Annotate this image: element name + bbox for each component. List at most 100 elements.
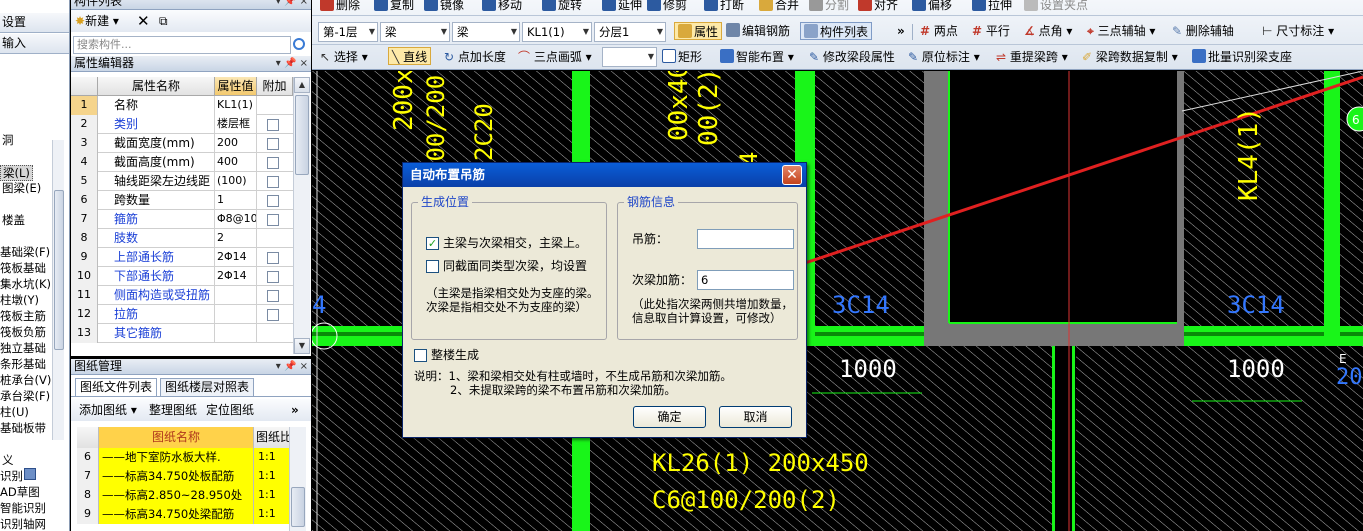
nav-item-foundation-strip[interactable]: 基础板带 bbox=[0, 421, 46, 435]
toolbar-button-row1[interactable]: 合并 bbox=[759, 0, 799, 14]
nav-item-foundation-beam[interactable]: 基础梁(F) bbox=[0, 245, 50, 259]
point-angle-button[interactable]: ∡ 点角 ▾ bbox=[1024, 22, 1072, 40]
property-value[interactable] bbox=[215, 324, 257, 343]
search-component-input[interactable]: 搜索构件... bbox=[73, 36, 291, 54]
span-data-copy-button[interactable]: ✐ 梁跨数据复制 ▾ bbox=[1082, 48, 1178, 66]
property-value[interactable] bbox=[215, 305, 257, 324]
properties-button[interactable]: 属性 bbox=[674, 22, 723, 40]
pin-icon[interactable]: ▾ 📌 × bbox=[276, 56, 308, 71]
main-beam-checkbox[interactable]: ✓ bbox=[426, 237, 439, 250]
toolbar-button-row1[interactable]: 对齐 bbox=[858, 0, 898, 14]
toolbar-button-row1[interactable]: 拉伸 bbox=[972, 0, 1012, 14]
tab-drawing-files[interactable]: 图纸文件列表 bbox=[75, 378, 158, 397]
nav-item-isolated-footing[interactable]: 独立基础 bbox=[0, 341, 46, 355]
drawing-row[interactable]: 6 ——地下室防水板大样. 1:1 bbox=[77, 448, 289, 467]
nav-item-hole[interactable]: 洞 bbox=[2, 133, 14, 147]
three-point-axis-button[interactable]: ⌖ 三点辅轴 ▾ bbox=[1087, 22, 1155, 40]
property-row[interactable]: 11 侧面构造或受扭筋 bbox=[71, 286, 293, 305]
property-row[interactable]: 4 截面高度(mm) 400 bbox=[71, 153, 293, 172]
arc-option-select[interactable]: ▼ bbox=[602, 47, 657, 67]
property-row[interactable]: 3 截面宽度(mm) 200 bbox=[71, 134, 293, 153]
more-icon[interactable]: » bbox=[897, 22, 905, 40]
property-row[interactable]: 6 跨数量 1 bbox=[71, 191, 293, 210]
left-strip-scrollbar[interactable] bbox=[52, 140, 64, 440]
nav-item-recognize[interactable]: 识别 bbox=[0, 469, 23, 483]
line-tool-button[interactable]: ╲ 直线 bbox=[388, 47, 432, 65]
extra-checkbox[interactable] bbox=[267, 309, 279, 321]
extra-checkbox[interactable] bbox=[267, 138, 279, 150]
property-value[interactable]: 2 bbox=[215, 229, 257, 248]
add-drawing-button[interactable]: 添加图纸 ▾ bbox=[79, 401, 137, 419]
extra-checkbox[interactable] bbox=[267, 271, 279, 283]
property-row[interactable]: 7 箍筋 Φ8@10 bbox=[71, 210, 293, 229]
property-value[interactable]: KL1(1) bbox=[215, 96, 257, 115]
nav-item-pier[interactable]: 柱墩(Y) bbox=[0, 293, 39, 307]
in-situ-annotation-button[interactable]: ✎ 原位标注 ▾ bbox=[908, 48, 980, 66]
modify-beam-props-button[interactable]: ✎ 修改梁段属性 bbox=[809, 48, 895, 66]
extra-checkbox[interactable] bbox=[267, 252, 279, 264]
extra-checkbox[interactable] bbox=[267, 290, 279, 302]
cancel-button[interactable]: 取消 bbox=[719, 406, 792, 428]
property-row[interactable]: 5 轴线距梁左边线距 (100) bbox=[71, 172, 293, 191]
property-value[interactable]: 400 bbox=[215, 153, 257, 172]
toolbar-button-row1[interactable]: 打断 bbox=[704, 0, 744, 14]
toolbar-button-row1[interactable]: 镜像 bbox=[424, 0, 464, 14]
property-value[interactable] bbox=[215, 286, 257, 305]
toolbar-button-row1[interactable]: 分割 bbox=[809, 0, 849, 14]
more-icon[interactable]: » bbox=[291, 401, 299, 419]
nav-item-recognize-axis[interactable]: 识别轴网 bbox=[0, 517, 46, 531]
drawing-row[interactable]: 8 ——标高2.850~28.950处 1:1 bbox=[77, 486, 289, 505]
three-point-arc-button[interactable]: ⌒ 三点画弧 ▾ bbox=[518, 48, 592, 66]
property-row[interactable]: 13 其它箍筋 bbox=[71, 324, 293, 343]
scroll-thumb[interactable] bbox=[54, 190, 64, 350]
toolbar-button-row1[interactable]: 旋转 bbox=[542, 0, 582, 14]
property-value[interactable]: Φ8@10 bbox=[215, 210, 257, 229]
property-value[interactable]: 楼层框 bbox=[215, 115, 257, 134]
extra-checkbox[interactable] bbox=[267, 119, 279, 131]
locate-drawing-button[interactable]: 定位图纸 bbox=[206, 401, 254, 419]
drawing-row[interactable]: 7 ——标高34.750处板配筋 1:1 bbox=[77, 467, 289, 486]
property-row[interactable]: 2 类别 楼层框 bbox=[71, 115, 293, 134]
toolbar-button-row1[interactable]: 修剪 bbox=[647, 0, 687, 14]
property-value[interactable]: 2Φ14 bbox=[215, 267, 257, 286]
component-select[interactable]: KL1(1) ▼ bbox=[522, 22, 592, 42]
property-row[interactable]: 1 名称 KL1(1) bbox=[71, 96, 293, 115]
hanger-input[interactable] bbox=[697, 229, 794, 249]
copy-icon[interactable]: ⧉ bbox=[159, 12, 168, 30]
nav-item-raft-main-rebar[interactable]: 筏板主筋 bbox=[0, 309, 46, 323]
property-value[interactable]: (100) bbox=[215, 172, 257, 191]
delete-axis-button[interactable]: ✎ 删除辅轴 bbox=[1172, 22, 1234, 40]
nav-item-column[interactable]: 柱(U) bbox=[0, 405, 29, 419]
re-extract-span-button[interactable]: ⇌ 重提梁跨 ▾ bbox=[996, 48, 1068, 66]
dimension-button[interactable]: ⊢ 尺寸标注 ▾ bbox=[1262, 22, 1334, 40]
pin-icon[interactable]: ▾ 📌 × bbox=[276, 0, 308, 9]
same-section-checkbox[interactable] bbox=[426, 260, 439, 273]
component-list-button[interactable]: 构件列表 bbox=[800, 22, 873, 40]
property-row[interactable]: 8 肢数 2 bbox=[71, 229, 293, 248]
delete-icon[interactable]: ✕ bbox=[137, 12, 150, 30]
nav-item-raft-neg-rebar[interactable]: 筏板负筋 bbox=[0, 325, 46, 339]
property-value[interactable]: 1 bbox=[215, 191, 257, 210]
category-select[interactable]: 梁 ▼ bbox=[380, 22, 450, 42]
scroll-thumb[interactable] bbox=[295, 95, 309, 175]
toolbar-button-row1[interactable]: 延伸 bbox=[602, 0, 642, 14]
nav-item-sump[interactable]: 集水坑(K) bbox=[0, 277, 51, 291]
property-scrollbar[interactable]: ▲ ▼ bbox=[293, 77, 310, 354]
nav-item-smart-recognize[interactable]: 智能识别 bbox=[0, 501, 46, 515]
close-icon[interactable]: ✕ bbox=[782, 165, 802, 185]
pin-icon[interactable]: ▾ 📌 × bbox=[276, 359, 308, 374]
dialog-title-bar[interactable]: 自动布置吊筋 bbox=[403, 163, 806, 187]
toolbar-button-row1[interactable]: 设置夹点 bbox=[1024, 0, 1088, 14]
grid-icon[interactable] bbox=[24, 468, 36, 480]
drawing-scrollbar[interactable] bbox=[289, 427, 306, 531]
extra-checkbox[interactable] bbox=[267, 214, 279, 226]
extra-checkbox[interactable] bbox=[267, 157, 279, 169]
type-select[interactable]: 梁 ▼ bbox=[452, 22, 520, 42]
smart-layout-button[interactable]: 智能布置 ▾ bbox=[720, 48, 794, 66]
scroll-down-icon[interactable]: ▼ bbox=[294, 338, 310, 354]
search-icon[interactable] bbox=[293, 38, 305, 50]
nav-item-strip-footing[interactable]: 条形基础 bbox=[0, 357, 46, 371]
layer-select[interactable]: 分层1 ▼ bbox=[594, 22, 666, 42]
floor-select[interactable]: 第-1层 ▼ bbox=[318, 22, 378, 42]
select-tool-button[interactable]: ↖ 选择 ▾ bbox=[320, 48, 368, 66]
